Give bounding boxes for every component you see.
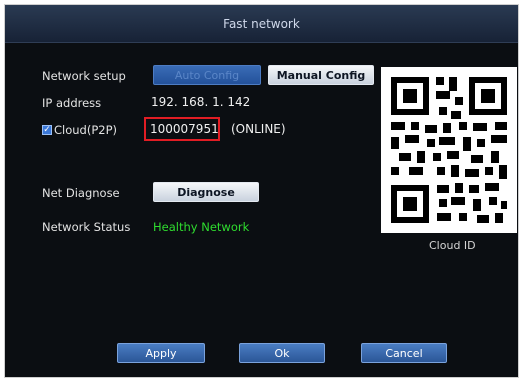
qr-code-icon [381, 67, 517, 233]
cloud-online-status: (ONLINE) [231, 122, 286, 136]
net-diagnose-label: Net Diagnose [42, 186, 120, 200]
cloud-device-id: 100007951 [150, 122, 219, 136]
qr-caption: Cloud ID [429, 239, 476, 252]
cloud-p2p-label: Cloud(P2P) [54, 123, 118, 137]
cancel-button[interactable]: Cancel [361, 343, 447, 363]
manual-config-button[interactable]: Manual Config [268, 65, 374, 85]
network-status-value: Healthy Network [153, 220, 250, 234]
fast-network-dialog: Fast network Network setup Auto Config M… [4, 4, 519, 378]
ok-button[interactable]: Ok [239, 343, 325, 363]
ip-address-label: IP address [42, 96, 102, 110]
network-setup-label: Network setup [42, 69, 126, 83]
diagnose-button[interactable]: Diagnose [153, 182, 259, 202]
ip-address-value: 192. 168. 1. 142 [151, 95, 251, 109]
network-status-label: Network Status [42, 220, 131, 234]
window-title: Fast network [223, 16, 300, 31]
auto-config-button[interactable]: Auto Config [153, 65, 261, 85]
checkmark-icon: ✓ [43, 125, 51, 135]
apply-button[interactable]: Apply [117, 343, 205, 363]
title-bar: Fast network [5, 5, 518, 43]
cloud-p2p-checkbox[interactable]: ✓ [42, 125, 52, 135]
